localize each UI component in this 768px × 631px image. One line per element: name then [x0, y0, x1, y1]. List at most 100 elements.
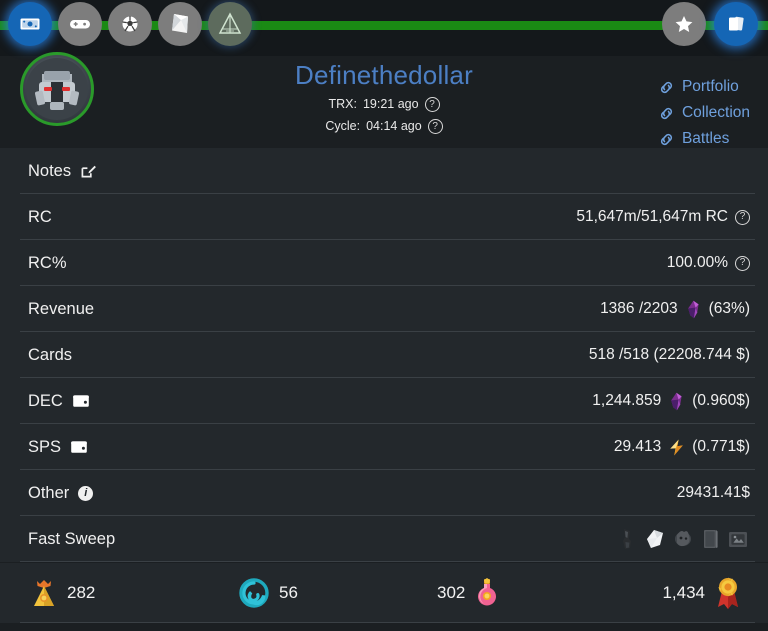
rc-value: 51,647m/51,647m RC [576, 208, 728, 225]
stat-energy-value: 56 [279, 583, 298, 602]
sps-label: SPS [28, 437, 62, 456]
rc-percent-value: 100.00% [666, 254, 728, 271]
dec-crystal-icon [687, 300, 699, 318]
dec-usd-value: (0.960$) [692, 392, 750, 409]
dark-totem-icon[interactable] [618, 527, 638, 551]
white-scroll-icon[interactable] [644, 527, 666, 551]
gray-card-icon[interactable] [700, 527, 720, 551]
cycle-help-icon[interactable]: ? [427, 119, 443, 134]
row-label-cards: Cards [28, 346, 72, 365]
table-row-dec: DEC 1,244.859 (0.960$) [0, 378, 768, 424]
edit-pencil-icon[interactable] [80, 163, 97, 180]
soccer-ball-icon [121, 15, 139, 33]
row-value-other: 29431.41$ [677, 484, 750, 502]
rc-percent-help-icon[interactable]: ? [735, 255, 750, 271]
wallet-icon[interactable] [72, 393, 90, 409]
cards-value: 518 /518 (22208.744 $) [588, 346, 750, 363]
money-icon [20, 18, 40, 30]
gold-medal-icon [718, 577, 738, 609]
teal-spiral-icon [239, 578, 269, 608]
cycle-status-line: Cycle: 04:14 ago ? [0, 118, 768, 135]
link-chain-icon [660, 107, 672, 119]
profile-header: Definethedollar TRX: 19:21 ago ? Cycle: … [0, 52, 768, 148]
row-label-rc-percent: RC% [28, 254, 67, 273]
nav-money-button[interactable] [8, 2, 52, 46]
table-row-cards: Cards 518 /518 (22208.744 $) [0, 332, 768, 378]
star-icon [675, 16, 693, 32]
link-collection-label: Collection [681, 104, 750, 121]
cycle-label: Cycle: [325, 119, 361, 133]
table-row-other: Other i 29431.41$ [0, 470, 768, 516]
row-label-notes: Notes [28, 162, 97, 181]
pyramid-logo-icon [218, 12, 242, 34]
gray-frame-icon[interactable] [726, 527, 750, 551]
trx-help-icon[interactable]: ? [424, 97, 440, 112]
other-value: 29431.41$ [676, 484, 750, 501]
top-navigation-bar [0, 0, 768, 56]
rc-label: RC [28, 207, 52, 226]
nav-packs-button[interactable] [158, 2, 202, 46]
link-chain-icon [660, 133, 672, 145]
card-pack-icon [172, 14, 188, 33]
table-row-notes[interactable]: Notes [0, 148, 768, 194]
link-chain-icon [660, 81, 672, 93]
stat-medal-value: 1,434 [662, 583, 705, 602]
row-label-sps: SPS [28, 438, 88, 457]
notes-label: Notes [28, 161, 72, 180]
revenue-label: Revenue [28, 299, 95, 318]
gold-pouch-icon [34, 580, 54, 606]
stat-energy[interactable]: 56 [238, 577, 298, 609]
revenue-percent: (63%) [708, 300, 750, 317]
wallet-icon[interactable] [70, 439, 88, 455]
profile-title-block: Definethedollar TRX: 19:21 ago ? Cycle: … [0, 60, 768, 135]
nav-cards-button[interactable] [714, 2, 758, 46]
gamepad-icon [70, 20, 90, 29]
revenue-value: 1386 /2203 [600, 300, 678, 317]
trx-value: 19:21 ago [362, 97, 419, 111]
rc-help-icon[interactable]: ? [735, 209, 750, 225]
link-collection[interactable]: Collection [658, 100, 750, 126]
stat-potion[interactable]: 302 [437, 576, 500, 610]
link-portfolio[interactable]: Portfolio [658, 74, 750, 100]
nav-right-group [662, 2, 758, 46]
bottom-stats-bar: 282 56 302 1,434 [0, 563, 768, 623]
table-row-rc-percent: RC% 100.00% ? [0, 240, 768, 286]
nav-left-group [8, 2, 252, 46]
row-value-cards: 518 /518 (22208.744 $) [589, 346, 750, 364]
fast-sweep-icon-group [618, 527, 750, 551]
table-row-sps: SPS 29.413 (0.771$) [0, 424, 768, 470]
nav-land-button[interactable] [208, 2, 252, 46]
stat-glint-value: 282 [67, 583, 96, 602]
nav-play-button[interactable] [58, 2, 102, 46]
trx-label: TRX: [328, 97, 357, 111]
page-title: Definethedollar [295, 60, 473, 90]
row-label-fast-sweep: Fast Sweep [28, 530, 115, 549]
row-value-sps: 29.413 (0.771$) [614, 438, 750, 457]
cards-label: Cards [28, 345, 73, 364]
cards-icon [729, 16, 744, 31]
quick-links: Portfolio Collection Battles [658, 74, 750, 152]
row-value-rc: 51,647m/51,647m RC ? [576, 208, 750, 226]
other-label: Other [28, 483, 70, 502]
table-row-rc: RC 51,647m/51,647m RC ? [0, 194, 768, 240]
stat-potion-value: 302 [437, 583, 466, 602]
stat-glint[interactable]: 282 [30, 576, 95, 610]
sps-value: 29.413 [613, 438, 662, 455]
gray-creature-icon[interactable] [672, 527, 694, 551]
info-icon[interactable]: i [78, 485, 94, 501]
nav-tournaments-button[interactable] [108, 2, 152, 46]
pink-potion-icon [478, 578, 497, 606]
row-value-dec: 1,244.859 (0.960$) [592, 392, 750, 411]
stat-medal[interactable]: 1,434 [662, 575, 742, 611]
app-root: Definethedollar TRX: 19:21 ago ? Cycle: … [0, 0, 768, 631]
fast-sweep-label: Fast Sweep [28, 529, 116, 548]
sps-bolt-icon [670, 439, 684, 455]
row-label-revenue: Revenue [28, 300, 94, 319]
sps-usd-value: (0.771$) [692, 438, 750, 455]
nav-favorites-button[interactable] [662, 2, 706, 46]
table-row-fast-sweep[interactable]: Fast Sweep [0, 516, 768, 562]
stats-table: Notes RC 51,647m/51,647m RC ? RC% 100.00… [0, 148, 768, 562]
row-label-other: Other i [28, 483, 94, 503]
row-value-rc-percent: 100.00% ? [667, 254, 750, 272]
dec-label: DEC [28, 391, 63, 410]
